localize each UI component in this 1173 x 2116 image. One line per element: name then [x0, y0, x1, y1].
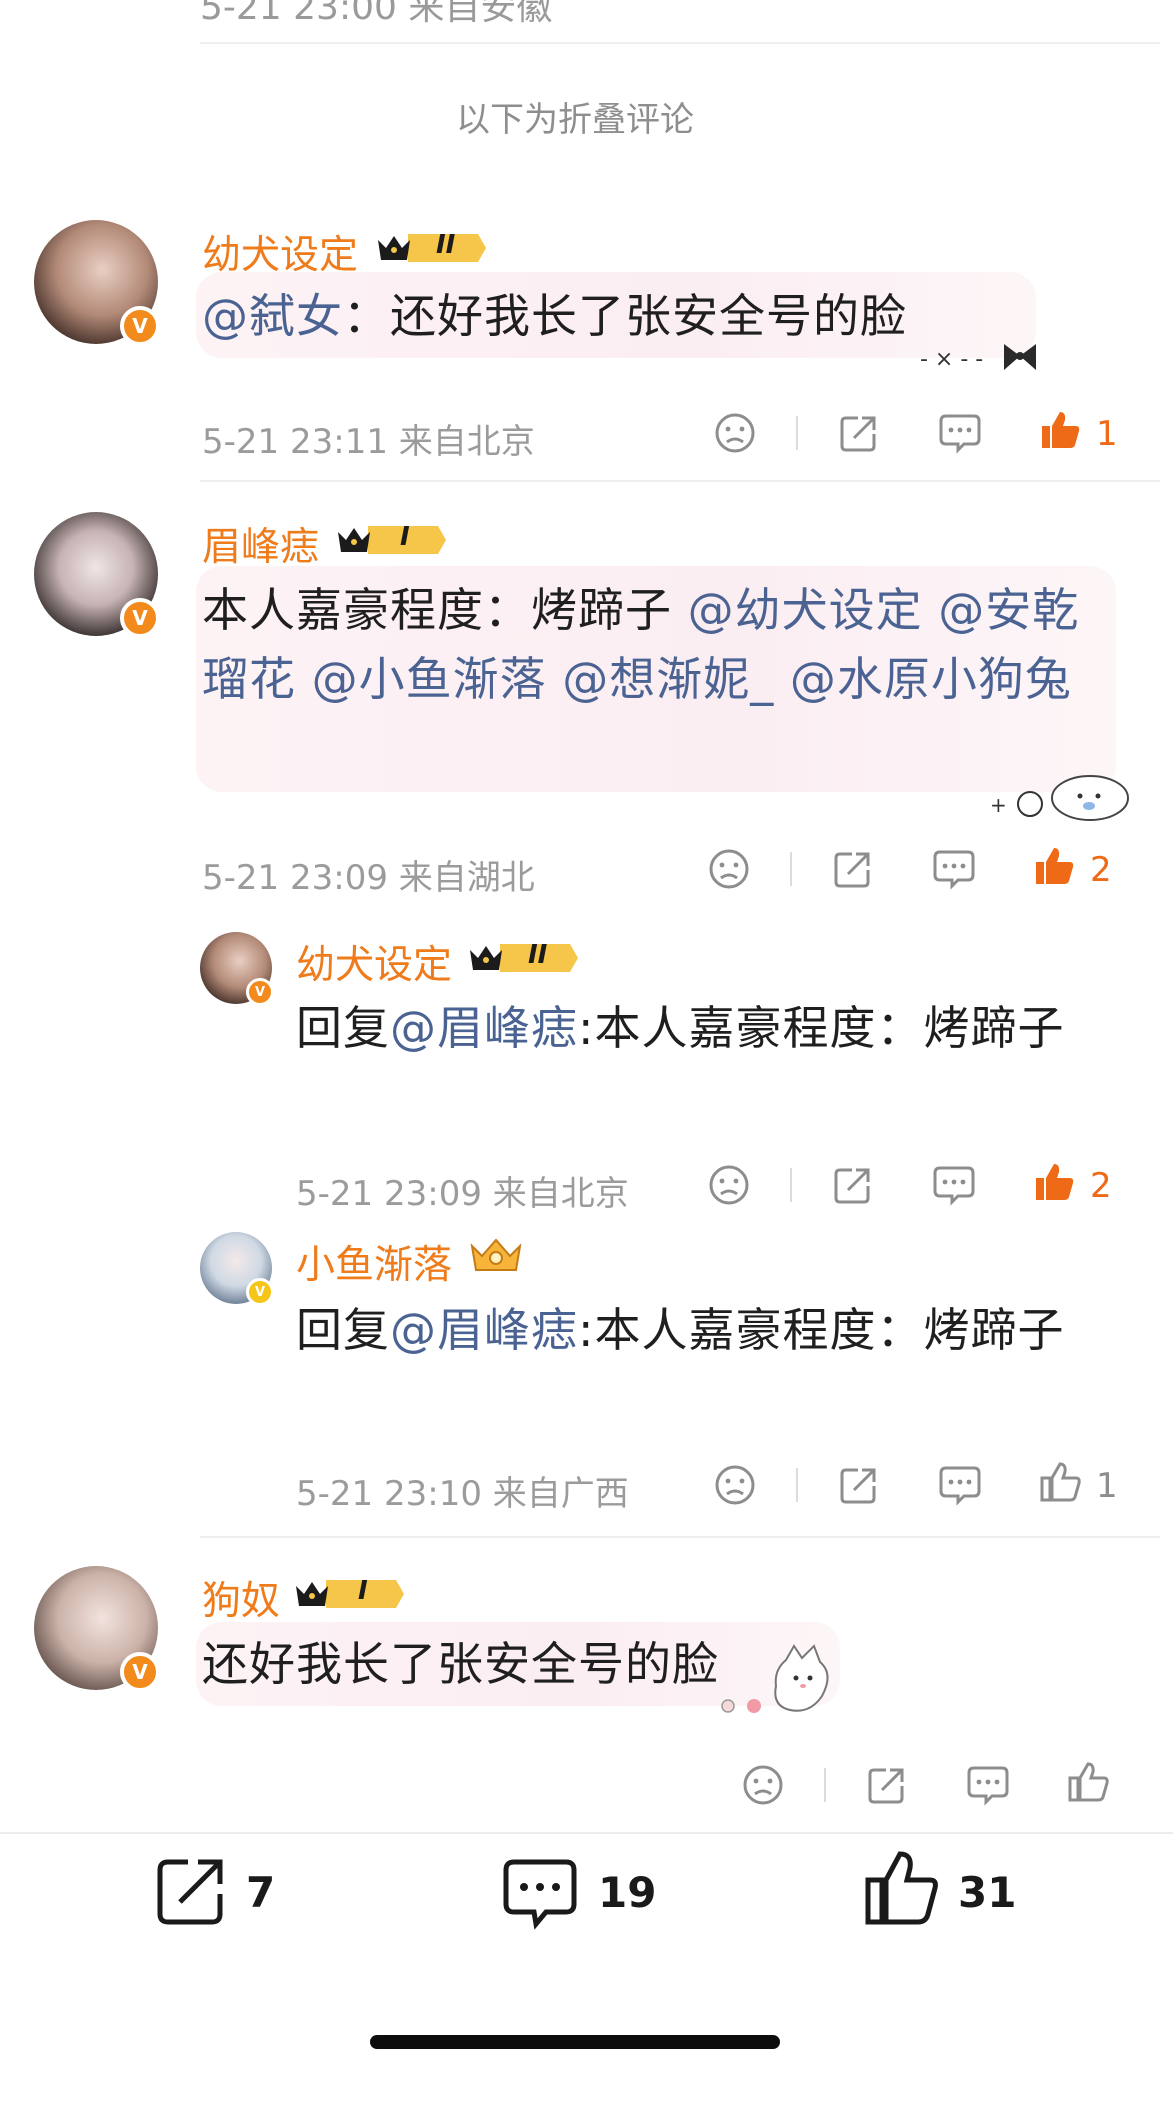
home-indicator[interactable] — [370, 2035, 780, 2049]
like-icon[interactable] — [1066, 1760, 1110, 1804]
cat-sticker-icon — [710, 1640, 860, 1720]
share-icon[interactable] — [832, 1164, 874, 1206]
like-icon[interactable] — [1038, 1460, 1082, 1504]
commenter-name[interactable]: 幼犬设定 — [296, 934, 452, 990]
repost-count: 7 — [246, 1868, 276, 1917]
like-icon[interactable] — [1032, 1160, 1076, 1204]
comment-icon[interactable] — [966, 1764, 1010, 1806]
share-icon[interactable] — [832, 848, 874, 890]
divider — [200, 480, 1160, 482]
avatar[interactable]: V — [34, 512, 160, 638]
level-label: II — [528, 940, 548, 970]
commenter-name[interactable]: 小鱼渐落 — [296, 1234, 452, 1290]
comment-icon[interactable] — [500, 1856, 580, 1932]
like-count: 2 — [1090, 850, 1112, 890]
verified-icon: V — [120, 306, 160, 346]
comment-text: 本人嘉豪程度：烤蹄子 @幼犬设定 @安乾瑠花 @小鱼渐落 @想渐妮_ @水原小狗… — [202, 576, 1082, 714]
dislike-icon[interactable] — [714, 1464, 756, 1506]
crown-icon: I — [292, 1574, 408, 1612]
dislike-icon[interactable] — [742, 1764, 784, 1806]
share-icon[interactable] — [838, 412, 880, 454]
reply-text: 回复@眉峰痣:本人嘉豪程度：烤蹄子 — [296, 994, 1086, 1063]
divider — [200, 1536, 1160, 1538]
comment-icon[interactable] — [932, 1164, 976, 1206]
like-icon[interactable] — [1032, 844, 1076, 888]
bow-decoration-icon: - × - - — [920, 336, 1060, 380]
commenter-name[interactable]: 眉峰痣 — [202, 516, 319, 572]
reply-body: :本人嘉豪程度：烤蹄子 — [578, 1303, 1065, 1357]
comment-meta: 5-21 23:09 来自湖北 — [202, 858, 535, 898]
divider — [790, 1168, 792, 1202]
mention-link[interactable]: @眉峰痣 — [390, 1001, 578, 1055]
level-label: II — [436, 230, 456, 260]
level-label: I — [400, 522, 410, 552]
folded-comments-label[interactable]: 以下为折叠评论 — [0, 92, 1150, 141]
crown-icon: I — [334, 520, 450, 558]
reply-label: 回复 — [296, 1303, 390, 1357]
reply-body: :本人嘉豪程度：烤蹄子 — [578, 1001, 1065, 1055]
mention-link[interactable]: @小鱼渐落 — [312, 652, 547, 706]
mention-link[interactable]: @幼犬设定 — [688, 583, 923, 637]
avatar[interactable]: V — [200, 1232, 274, 1306]
dislike-icon[interactable] — [708, 1164, 750, 1206]
avatar[interactable]: V — [34, 1566, 160, 1692]
previous-comment-meta: 5-21 23:00 来自安徽 — [200, 0, 553, 28]
svg-text:- × - -: - × - - — [920, 347, 983, 372]
svg-text:+: + — [990, 793, 1007, 817]
repost-icon[interactable] — [154, 1856, 230, 1928]
reply-meta: 5-21 23:09 来自北京 — [296, 1174, 629, 1214]
like-count: 31 — [958, 1868, 1017, 1917]
share-icon[interactable] — [866, 1764, 908, 1806]
divider — [200, 42, 1160, 44]
dislike-icon[interactable] — [708, 848, 750, 890]
share-icon[interactable] — [838, 1464, 880, 1506]
verified-icon: V — [120, 1652, 160, 1692]
like-count: 1 — [1096, 414, 1118, 454]
mention-link[interactable]: @弑女 — [202, 289, 343, 343]
comment-icon[interactable] — [932, 848, 976, 890]
avatar[interactable]: V — [200, 932, 274, 1006]
dislike-icon[interactable] — [714, 412, 756, 454]
crown-icon: II — [374, 228, 490, 266]
commenter-name[interactable]: 狗奴 — [202, 1570, 280, 1626]
bottom-bar-divider — [0, 1832, 1173, 1834]
reply-text: 回复@眉峰痣:本人嘉豪程度：烤蹄子 — [296, 1296, 1086, 1365]
like-count: 2 — [1090, 1166, 1112, 1206]
comment-meta: 5-21 23:11 来自北京 — [202, 422, 535, 462]
verified-icon: V — [246, 1278, 274, 1306]
mention-link[interactable]: @水原小狗兔 — [790, 652, 1072, 706]
level-label: I — [358, 1576, 368, 1606]
divider — [790, 852, 792, 886]
comment-body: ：还好我长了张安全号的脸 — [343, 289, 907, 343]
divider — [796, 416, 798, 450]
verified-icon: V — [246, 978, 274, 1006]
divider — [824, 1768, 826, 1802]
comment-icon[interactable] — [938, 1464, 982, 1506]
avatar[interactable]: V — [34, 220, 160, 346]
mention-link[interactable]: @想渐妮_ — [562, 652, 774, 706]
comment-count: 19 — [598, 1868, 657, 1917]
like-icon[interactable] — [862, 1848, 940, 1928]
reply-meta: 5-21 23:10 来自广西 — [296, 1474, 629, 1514]
like-icon[interactable] — [1038, 408, 1082, 452]
reply-label: 回复 — [296, 1001, 390, 1055]
like-count: 1 — [1096, 1466, 1118, 1506]
verified-icon: V — [120, 598, 160, 638]
comment-body: 本人嘉豪程度：烤蹄子 — [202, 583, 688, 637]
crown-icon — [466, 1234, 526, 1272]
puppy-sticker-icon: + — [990, 762, 1140, 822]
divider — [796, 1468, 798, 1502]
crown-icon: II — [466, 938, 582, 976]
mention-link[interactable]: @眉峰痣 — [390, 1303, 578, 1357]
comment-icon[interactable] — [938, 412, 982, 454]
